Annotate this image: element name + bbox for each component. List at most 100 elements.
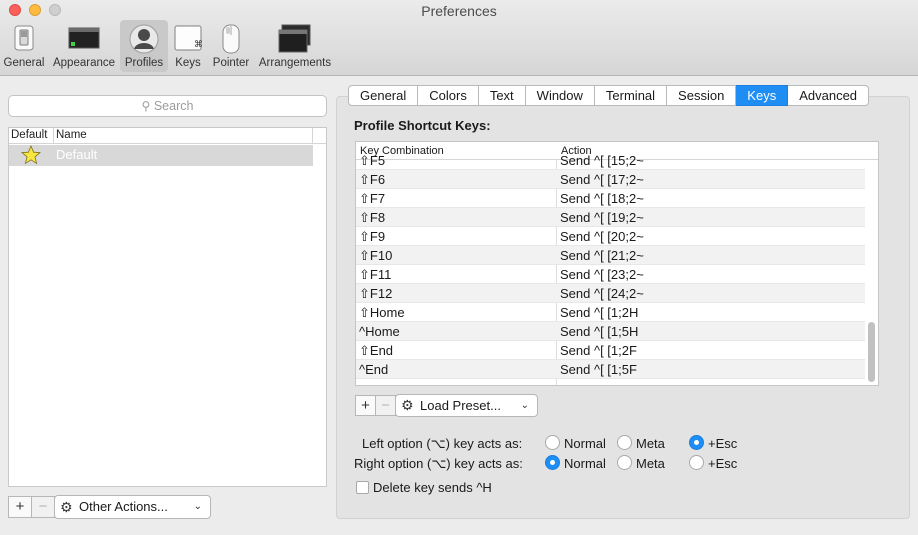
- right-option-meta-radio[interactable]: [617, 455, 632, 470]
- left-option-esc-radio[interactable]: [689, 435, 704, 450]
- tab-session[interactable]: Session: [667, 85, 737, 106]
- radio-label: Normal: [564, 436, 606, 451]
- switch-icon: [14, 25, 34, 51]
- table-row[interactable]: ⇧F12 Send ^[ [24;2~: [356, 284, 865, 303]
- shortcut-keys-table[interactable]: Key Combination Action ⇧F5 Send ^[ [15;2~…: [355, 141, 879, 386]
- gear-icon: ⚙: [401, 397, 414, 413]
- toolbar-label: General: [3, 57, 45, 69]
- toolbar-pointer[interactable]: Pointer: [209, 20, 253, 72]
- other-actions-label: Other Actions...: [79, 499, 168, 514]
- key-action: Send ^[ [1;2F: [560, 343, 637, 358]
- key-combo: ⇧F8: [359, 210, 386, 225]
- column-divider: [53, 128, 54, 144]
- key-action: Send ^[ [21;2~: [560, 248, 644, 263]
- delete-sends-h-checkbox[interactable]: [356, 481, 369, 494]
- key-combo: ^Home: [359, 324, 400, 339]
- radio-label: Meta: [636, 456, 665, 471]
- toolbar-label: Profiles: [124, 57, 164, 69]
- profile-tabs: General Colors Text Window Terminal Sess…: [348, 85, 870, 107]
- toolbar-keys[interactable]: ⌘ Keys: [170, 20, 206, 72]
- table-row[interactable]: ^Home Send ^[ [1;5H: [356, 322, 865, 341]
- key-combo: ⇧F12: [359, 286, 393, 301]
- search-icon: ⚲: [141, 99, 151, 113]
- table-row[interactable]: ⇧F8 Send ^[ [19;2~: [356, 208, 865, 227]
- chevron-down-icon: ⌄: [193, 501, 202, 512]
- star-icon: [21, 145, 41, 165]
- load-preset-label: Load Preset...: [420, 398, 501, 413]
- tab-window[interactable]: Window: [525, 85, 595, 106]
- window-stack-icon: [278, 24, 311, 53]
- column-divider: [312, 128, 313, 144]
- radio-label: Normal: [564, 456, 606, 471]
- toolbar-label: Pointer: [212, 57, 250, 69]
- key-combo: ⇧F11: [359, 267, 392, 282]
- table-row[interactable]: ⇧F9 Send ^[ [20;2~: [356, 227, 865, 246]
- left-option-normal-radio[interactable]: [545, 435, 560, 450]
- other-actions-popup[interactable]: ⚙ Other Actions... ⌄: [54, 495, 211, 519]
- key-action: Send ^[ [24;2~: [560, 286, 644, 301]
- key-action: Send ^[ [18;2~: [560, 191, 644, 206]
- user-silhouette-icon: [129, 24, 159, 54]
- toolbar-profiles[interactable]: Profiles: [120, 20, 168, 72]
- tab-text[interactable]: Text: [478, 85, 526, 106]
- tab-general[interactable]: General: [348, 85, 419, 106]
- table-row[interactable]: ⇧End Send ^[ [1;2F: [356, 341, 865, 360]
- table-row[interactable]: ⇧Home Send ^[ [1;2H: [356, 303, 865, 322]
- table-row[interactable]: ⇧F7 Send ^[ [18;2~: [356, 189, 865, 208]
- key-combo: ^End: [359, 362, 389, 377]
- key-combo: ⇧Home: [359, 305, 405, 320]
- search-placeholder: Search: [153, 99, 194, 113]
- radio-label: +Esc: [708, 436, 738, 451]
- toolbar-label: Appearance: [52, 57, 116, 69]
- radio-label: Meta: [636, 436, 665, 451]
- key-action: Send ^[ [23;2~: [560, 267, 644, 282]
- add-shortcut-button[interactable]: +: [355, 395, 376, 416]
- right-option-esc-radio[interactable]: [689, 455, 704, 470]
- table-row[interactable]: ^End Send ^[ [1;5F: [356, 360, 865, 379]
- tab-colors[interactable]: Colors: [418, 85, 479, 106]
- toolbar-arrangements[interactable]: Arrangements: [256, 20, 334, 72]
- column-header-default[interactable]: Default: [11, 129, 47, 141]
- key-action: Send ^[ [19;2~: [560, 210, 644, 225]
- profile-row[interactable]: Default: [9, 145, 313, 166]
- right-option-normal-radio[interactable]: [545, 455, 560, 470]
- table-row[interactable]: ⇧F11 Send ^[ [23;2~: [356, 265, 865, 284]
- key-action: Send ^[ [15;2~: [560, 153, 644, 168]
- left-option-label: Left option (⌥) key acts as:: [362, 436, 523, 451]
- key-combo: ⇧F9: [359, 229, 386, 244]
- table-scrollbar[interactable]: [868, 322, 875, 382]
- remove-shortcut-button[interactable]: −: [375, 395, 396, 416]
- key-action: Send ^[ [1;5H: [560, 324, 639, 339]
- gear-icon: ⚙: [60, 499, 73, 515]
- toolbar-general[interactable]: General: [2, 20, 46, 72]
- tab-advanced[interactable]: Advanced: [788, 85, 870, 106]
- tab-terminal[interactable]: Terminal: [594, 85, 668, 106]
- key-action: Send ^[ [1;2H: [560, 305, 639, 320]
- window-title: Preferences: [421, 3, 497, 19]
- toolbar-label: Arrangements: [258, 57, 332, 69]
- table-row[interactable]: ⇧F6 Send ^[ [17;2~: [356, 170, 865, 189]
- remove-profile-button[interactable]: −: [31, 496, 55, 518]
- tab-keys[interactable]: Keys: [736, 85, 789, 106]
- column-header-name[interactable]: Name: [56, 129, 87, 141]
- key-action: Send ^[ [17;2~: [560, 172, 644, 187]
- left-option-meta-radio[interactable]: [617, 435, 632, 450]
- key-combo: ⇧F10: [359, 248, 393, 263]
- right-option-label: Right option (⌥) key acts as:: [354, 456, 523, 471]
- shortcut-rows: ⇧F5 Send ^[ [15;2~ ⇧F6 Send ^[ [17;2~ ⇧F7 S…: [356, 153, 865, 379]
- mouse-icon: [222, 24, 240, 54]
- toolbar-appearance[interactable]: Appearance: [50, 20, 118, 72]
- delete-sends-h-label: Delete key sends ^H: [373, 480, 492, 495]
- key-combo: ⇧F7: [359, 191, 386, 206]
- profiles-table[interactable]: Default Name Default: [8, 127, 327, 487]
- add-profile-button[interactable]: +: [8, 496, 32, 518]
- key-action: Send ^[ [1;5F: [560, 362, 637, 377]
- key-combo: ⇧End: [359, 343, 394, 358]
- profile-name: Default: [56, 147, 98, 162]
- table-row[interactable]: ⇧F10 Send ^[ [21;2~: [356, 246, 865, 265]
- chevron-down-icon: ⌄: [520, 400, 529, 411]
- profile-search-field[interactable]: ⚲ Search: [8, 95, 327, 117]
- load-preset-popup[interactable]: ⚙ Load Preset... ⌄: [395, 394, 538, 417]
- table-row[interactable]: ⇧F5 Send ^[ [15;2~: [356, 151, 865, 170]
- section-title: Profile Shortcut Keys:: [354, 118, 491, 133]
